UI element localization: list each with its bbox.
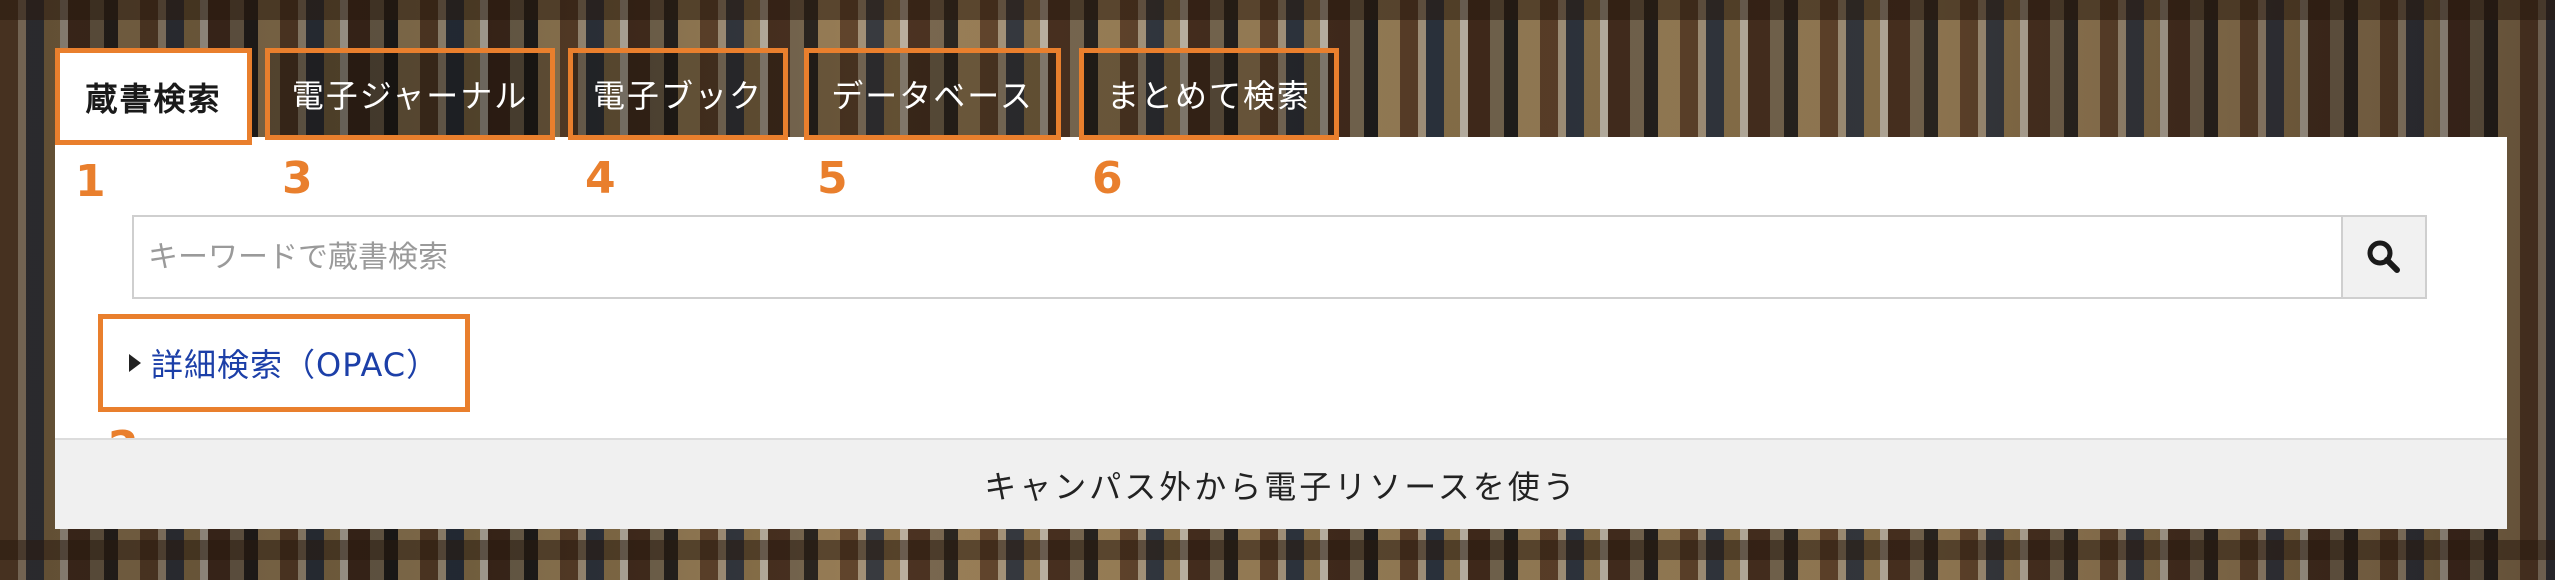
tab-e-books[interactable]: 電子ブック [568, 48, 788, 140]
tab-combined-search[interactable]: まとめて検索 [1079, 48, 1339, 140]
annotation-number-1: 1 [75, 156, 106, 207]
off-campus-access-link[interactable]: キャンパス外から電子リソースを使う [55, 438, 2507, 529]
annotation-number-3: 3 [282, 153, 313, 204]
search-icon [2367, 240, 2400, 273]
tab-databases[interactable]: データベース [804, 48, 1061, 140]
search-button[interactable] [2341, 215, 2427, 299]
advanced-search-highlight: 詳細検索（OPAC） [98, 314, 470, 412]
annotation-number-4: 4 [585, 153, 616, 204]
tab-e-journals[interactable]: 電子ジャーナル [265, 48, 555, 140]
tab-catalog-search[interactable]: 蔵書検索 [55, 48, 252, 145]
advanced-search-link[interactable]: 詳細検索（OPAC） [151, 340, 439, 386]
annotation-number-6: 6 [1092, 153, 1123, 204]
annotation-number-5: 5 [817, 153, 848, 204]
background-shelf-band [0, 540, 2555, 560]
triangle-right-icon [129, 354, 141, 372]
background-shelf-band [0, 0, 2555, 20]
search-input[interactable] [132, 215, 2342, 299]
